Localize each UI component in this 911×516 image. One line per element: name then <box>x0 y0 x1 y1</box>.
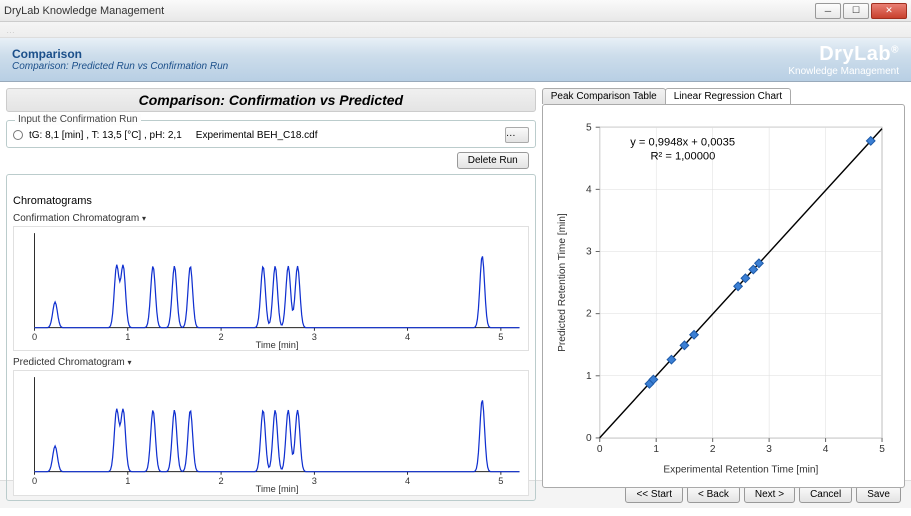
tab-linear-regression[interactable]: Linear Regression Chart <box>665 88 791 104</box>
input-group: Input the Confirmation Run tG: 8,1 [min]… <box>6 120 536 148</box>
header-band: Comparison Comparison: Predicted Run vs … <box>0 38 911 82</box>
window-title: DryLab Knowledge Management <box>4 5 164 17</box>
close-button[interactable]: ✕ <box>871 3 907 19</box>
svg-text:R² = 1,00000: R² = 1,00000 <box>650 151 715 163</box>
run-params: tG: 8,1 [min] , T: 13,5 [°C] , pH: 2,1 <box>29 130 182 141</box>
svg-text:1: 1 <box>125 476 130 486</box>
svg-text:2: 2 <box>219 476 224 486</box>
svg-text:0: 0 <box>597 444 603 455</box>
conf-chrom-label: Confirmation Chromatogram <box>13 213 139 224</box>
ghost-toolbar: … <box>0 22 911 38</box>
svg-text:4: 4 <box>405 332 410 342</box>
header-subtitle: Comparison: Predicted Run vs Confirmatio… <box>12 61 228 72</box>
svg-text:5: 5 <box>498 476 503 486</box>
minimize-button[interactable]: ─ <box>815 3 841 19</box>
svg-text:y = 0,9948x + 0,0035: y = 0,9948x + 0,0035 <box>630 136 735 148</box>
delete-run-button[interactable]: Delete Run <box>457 152 529 169</box>
svg-text:4: 4 <box>586 184 592 195</box>
svg-text:3: 3 <box>766 444 772 455</box>
window-titlebar: DryLab Knowledge Management ─ ☐ ✕ <box>0 0 911 22</box>
svg-text:Experimental Retention Time [m: Experimental Retention Time [min] <box>663 464 818 475</box>
save-button[interactable]: Save <box>856 486 901 503</box>
chrom-legend: Chromatograms <box>13 195 529 207</box>
confirmation-chrom-plot: 0 1 2 3 4 5 Time [min] <box>13 226 529 351</box>
svg-text:Time [min]: Time [min] <box>256 340 299 350</box>
run-radio[interactable] <box>13 130 23 140</box>
svg-text:5: 5 <box>586 122 592 133</box>
svg-text:0: 0 <box>32 476 37 486</box>
run-file: Experimental BEH_C18.cdf <box>196 130 318 141</box>
regression-chart: 0 1 2 3 4 5 0 1 2 3 4 5 y = 0,9948x + 0,0035 R² = 1,0… <box>542 104 905 488</box>
predicted-chrom-plot: 0 1 2 3 4 5 Time [min] <box>13 370 529 495</box>
svg-text:4: 4 <box>823 444 829 455</box>
svg-text:4: 4 <box>405 476 410 486</box>
svg-text:2: 2 <box>219 332 224 342</box>
svg-text:2: 2 <box>586 309 592 320</box>
svg-text:1: 1 <box>653 444 659 455</box>
svg-text:2: 2 <box>710 444 716 455</box>
svg-text:5: 5 <box>879 444 885 455</box>
svg-text:Time [min]: Time [min] <box>256 485 299 495</box>
browse-button[interactable]: … <box>505 127 529 143</box>
svg-text:3: 3 <box>312 332 317 342</box>
start-button[interactable]: << Start <box>625 486 683 503</box>
dropdown-icon[interactable]: ▾ <box>128 358 132 367</box>
brand-logo: DryLab® Knowledge Management <box>788 43 899 77</box>
next-button[interactable]: Next > <box>744 486 795 503</box>
cancel-button[interactable]: Cancel <box>799 486 852 503</box>
dropdown-icon[interactable]: ▾ <box>142 214 146 223</box>
svg-text:3: 3 <box>586 247 592 258</box>
svg-text:1: 1 <box>586 371 592 382</box>
pred-chrom-label: Predicted Chromatogram <box>13 357 125 368</box>
tab-strip: Peak Comparison Table Linear Regression … <box>542 88 905 104</box>
svg-text:Predicted Retention Time [min]: Predicted Retention Time [min] <box>557 213 568 352</box>
tab-peak-comparison[interactable]: Peak Comparison Table <box>542 88 666 104</box>
maximize-button[interactable]: ☐ <box>843 3 869 19</box>
svg-text:1: 1 <box>125 332 130 342</box>
main-title: Comparison: Confirmation vs Predicted <box>6 88 536 112</box>
input-legend: Input the Confirmation Run <box>15 114 141 125</box>
window-buttons: ─ ☐ ✕ <box>815 3 907 19</box>
chromatograms-group: Chromatograms Confirmation Chromatogram … <box>6 174 536 501</box>
header-title: Comparison <box>12 47 228 61</box>
svg-text:5: 5 <box>498 332 503 342</box>
svg-text:0: 0 <box>32 332 37 342</box>
svg-text:0: 0 <box>586 433 592 444</box>
back-button[interactable]: < Back <box>687 486 740 503</box>
svg-text:3: 3 <box>312 476 317 486</box>
